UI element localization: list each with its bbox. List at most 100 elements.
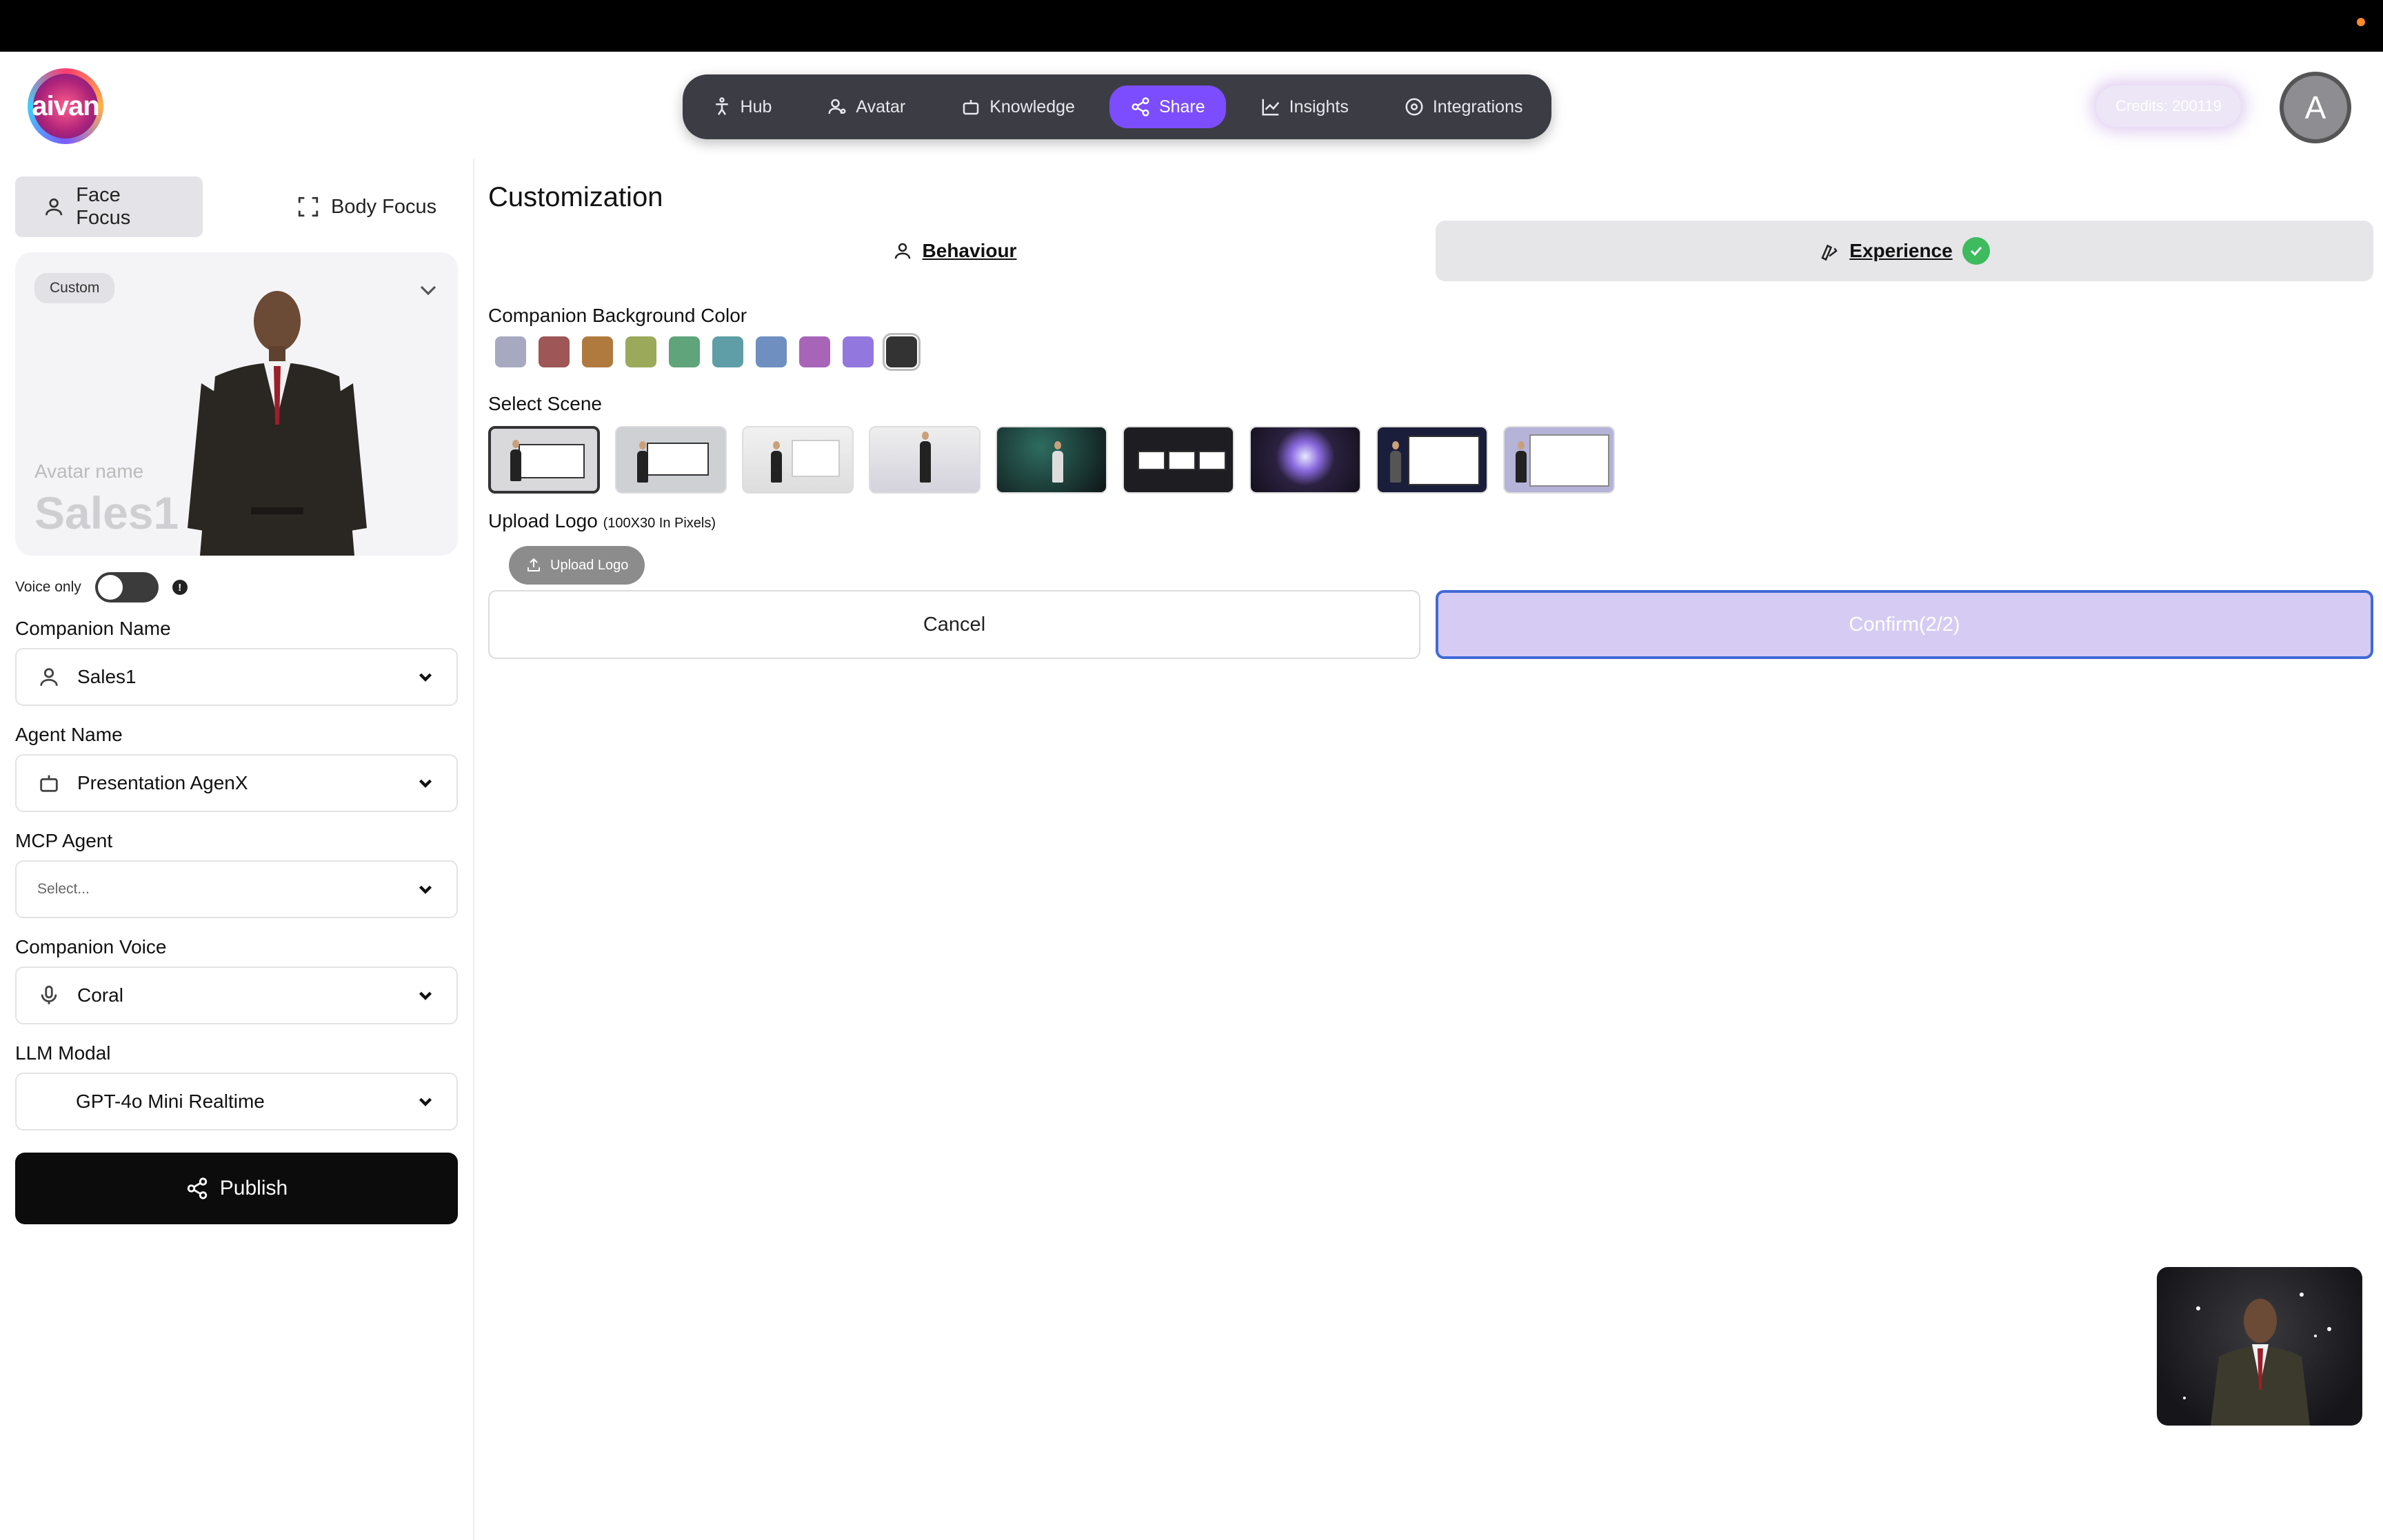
upload-logo-hint: (100X30 In Pixels) xyxy=(603,516,716,531)
upload-logo-label: Upload Logo xyxy=(488,510,598,531)
color-swatches xyxy=(495,333,921,371)
body-focus-button[interactable]: Body Focus xyxy=(269,176,469,237)
status-dot xyxy=(2357,18,2365,26)
companion-voice-select[interactable]: Coral xyxy=(15,966,458,1024)
color-swatch-5[interactable] xyxy=(669,336,700,367)
voice-only-toggle[interactable] xyxy=(94,572,159,602)
color-swatch-1[interactable] xyxy=(495,336,526,367)
agent-name-value: Presentation AgenX xyxy=(77,772,248,793)
scene-thumb-1[interactable] xyxy=(488,426,600,494)
tab-behaviour-label: Behaviour xyxy=(922,240,1017,261)
confirm-button[interactable]: Confirm(2/2) xyxy=(1436,590,2373,659)
page-title: Customization xyxy=(488,182,663,212)
nav-hub[interactable]: Hub xyxy=(691,85,793,128)
color-swatch-9[interactable] xyxy=(843,336,874,367)
color-swatch-4[interactable] xyxy=(625,336,656,367)
scene-label: Select Scene xyxy=(488,393,602,414)
voice-only-row: Voice only ! xyxy=(15,572,188,602)
scene-thumb-9[interactable] xyxy=(1503,426,1615,494)
color-swatch-10[interactable] xyxy=(883,333,921,371)
companion-name-select[interactable]: Sales1 xyxy=(15,648,458,706)
nav-hub-label: Hub xyxy=(740,97,772,116)
avatar-name: Sales1 xyxy=(34,487,179,538)
chevron-down-icon xyxy=(419,885,432,894)
user-icon xyxy=(46,198,63,216)
share-icon xyxy=(187,1177,207,1199)
chevron-down-icon xyxy=(419,673,432,682)
bg-color-label: Companion Background Color xyxy=(488,305,747,326)
upload-logo-button[interactable]: Upload Logo xyxy=(509,546,645,585)
color-swatch-7[interactable] xyxy=(756,336,787,367)
agent-name-label: Agent Name xyxy=(15,724,123,745)
frame-icon xyxy=(298,196,319,217)
llm-modal-select[interactable]: GPT-4o Mini Realtime xyxy=(15,1073,458,1131)
avatar-preview-window[interactable] xyxy=(2157,1267,2362,1426)
top-nav: Hub Avatar Knowledge Share Insights Inte… xyxy=(683,74,1551,139)
system-top-bar xyxy=(0,0,2383,52)
info-icon[interactable]: ! xyxy=(172,580,188,595)
palette-icon xyxy=(1821,244,1838,261)
color-swatch-6[interactable] xyxy=(712,336,743,367)
color-swatch-3[interactable] xyxy=(582,336,613,367)
app-logo[interactable]: aivan xyxy=(28,68,103,144)
companion-voice-label: Companion Voice xyxy=(15,936,167,958)
avatar-card[interactable]: Custom Avatar name Sales1 xyxy=(15,252,458,556)
mcp-agent-label: MCP Agent xyxy=(15,830,113,851)
companion-name-label: Companion Name xyxy=(15,618,171,639)
face-focus-label: Face Focus xyxy=(76,184,131,229)
color-swatch-2[interactable] xyxy=(539,336,570,367)
mcp-agent-placeholder: Select... xyxy=(37,881,90,897)
companion-voice-value: Coral xyxy=(77,984,123,1006)
scene-thumb-4[interactable] xyxy=(869,426,981,494)
credits-badge[interactable]: Credits: 200119 xyxy=(2096,85,2241,127)
chevron-down-icon[interactable] xyxy=(418,280,439,301)
nav-knowledge[interactable]: Knowledge xyxy=(940,85,1096,128)
user-icon xyxy=(40,668,58,686)
scene-thumb-6[interactable] xyxy=(1123,426,1234,494)
check-icon xyxy=(1962,237,1990,265)
face-focus-button[interactable]: Face Focus xyxy=(15,176,203,237)
nav-insights[interactable]: Insights xyxy=(1240,85,1369,128)
integrations-icon xyxy=(1405,98,1423,116)
nav-share[interactable]: Share xyxy=(1109,85,1226,128)
preview-figure xyxy=(2183,1293,2331,1426)
companion-name-value: Sales1 xyxy=(77,666,137,687)
color-swatch-8[interactable] xyxy=(799,336,830,367)
scene-list xyxy=(488,426,1615,494)
chevron-down-icon xyxy=(419,779,432,788)
body-focus-label: Body Focus xyxy=(331,195,437,218)
logo-text: aivan xyxy=(32,74,100,139)
nav-avatar[interactable]: Avatar xyxy=(806,85,926,128)
scene-thumb-3[interactable] xyxy=(742,426,854,494)
agent-name-select[interactable]: Presentation AgenX xyxy=(15,754,458,812)
share-icon xyxy=(1132,97,1149,116)
robot-icon xyxy=(963,100,979,115)
nav-share-label: Share xyxy=(1158,97,1205,116)
scene-thumb-2[interactable] xyxy=(615,426,727,494)
llm-modal-label: LLM Modal xyxy=(15,1042,111,1064)
user-icon xyxy=(894,243,910,259)
scene-thumb-7[interactable] xyxy=(1249,426,1361,494)
mcp-agent-select[interactable]: Select... xyxy=(15,860,458,918)
avatar-name-label: Avatar name xyxy=(34,460,144,482)
upload-icon xyxy=(527,558,540,571)
publish-button[interactable]: Publish xyxy=(15,1153,458,1224)
scene-thumb-8[interactable] xyxy=(1376,426,1488,494)
scene-thumb-5[interactable] xyxy=(996,426,1107,494)
left-panel: Face Focus Body Focus Custom Avatar name… xyxy=(0,159,474,1540)
tab-experience-label: Experience xyxy=(1849,240,1953,261)
user-avatar[interactable]: A xyxy=(2280,72,2351,143)
avatar-figure xyxy=(188,291,367,556)
nav-avatar-label: Avatar xyxy=(856,97,906,116)
chevron-down-icon xyxy=(419,1097,432,1106)
cancel-button[interactable]: Cancel xyxy=(488,590,1420,659)
nav-integrations-label: Integrations xyxy=(1432,97,1523,116)
tab-experience[interactable]: Experience xyxy=(1436,221,2373,281)
tab-behaviour[interactable]: Behaviour xyxy=(488,221,1420,281)
custom-badge: Custom xyxy=(34,273,115,303)
nav-insights-label: Insights xyxy=(1289,97,1349,116)
upload-logo-title: Upload Logo (100X30 In Pixels) xyxy=(488,510,716,532)
nav-knowledge-label: Knowledge xyxy=(989,97,1075,116)
nav-integrations[interactable]: Integrations xyxy=(1383,85,1544,128)
person-icon xyxy=(715,97,728,115)
